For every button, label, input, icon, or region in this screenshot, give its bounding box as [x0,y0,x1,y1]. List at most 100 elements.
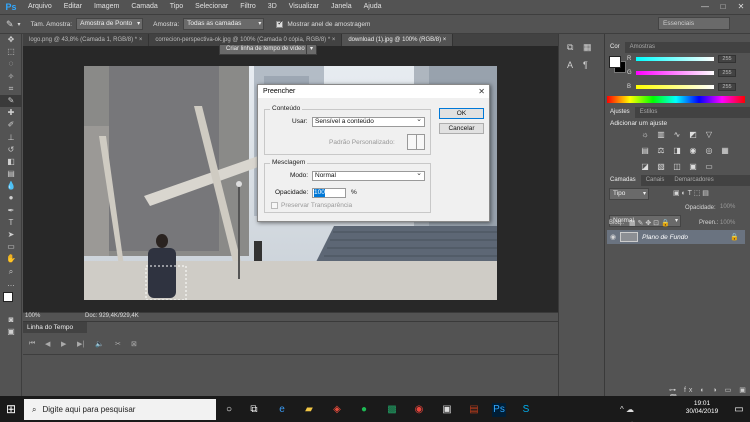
layer-row-background[interactable]: ◉ Plano de Fundo 🔒 [607,230,745,244]
app-icon[interactable]: ◈ [330,403,344,417]
curves-icon[interactable]: ∿ [671,130,683,140]
vibrance-icon[interactable]: ▽ [703,130,715,140]
selective-color-icon[interactable]: ▣ [687,162,699,172]
menu-arquivo[interactable]: Arquivo [22,0,58,14]
preserve-transparency-checkbox[interactable] [271,202,278,209]
marquee-tool-icon[interactable]: ⬚ [0,46,22,58]
tab-adjustments[interactable]: Ajustes [605,107,635,118]
brush-tool-icon[interactable]: ✐ [0,119,22,131]
notifications-icon[interactable]: ▭ [732,403,746,417]
blur-tool-icon[interactable]: 💧 [0,180,22,192]
skype-icon[interactable]: S [519,403,533,417]
eyedropper-tool-icon[interactable]: ✎ [0,94,22,108]
excel-icon[interactable]: ▩ [385,403,399,417]
tab-download[interactable]: download (1).jpg @ 100% (RGB/8) × [342,34,454,46]
gradient-tool-icon[interactable]: ▤ [0,168,22,180]
history-icon[interactable]: ⧉ [567,42,573,53]
lasso-tool-icon[interactable]: ◌ [0,58,22,70]
cancel-button[interactable]: Cancelar [439,123,484,134]
fg-color-chip[interactable] [609,56,621,68]
menu-selecionar[interactable]: Selecionar [189,0,234,14]
powerpoint-icon[interactable]: ▤ [467,403,481,417]
menu-janela[interactable]: Janela [325,0,358,14]
timeline-type-dropdown[interactable]: ▾ [306,44,317,55]
quick-mask-icon[interactable]: ◙ [0,314,22,326]
tab-styles[interactable]: Estilos [635,107,663,118]
levels-icon[interactable]: ▥ [655,130,667,140]
use-select[interactable]: Sensível a conteúdo [312,116,425,127]
screen-mode-icon[interactable]: ▣ [0,326,22,338]
layer-opacity-value[interactable]: 100% [720,204,735,210]
prev-frame-icon[interactable]: ◀ [45,340,50,348]
go-first-frame-icon[interactable]: ⏮ [29,340,35,348]
blue-value[interactable]: 255 [718,83,736,91]
move-tool-icon[interactable]: ✥ [0,34,22,46]
hand-tool-icon[interactable]: ✋ [0,253,22,265]
menu-camada[interactable]: Camada [125,0,163,14]
doc-size[interactable]: Doc: 929,4K/929,4K [85,313,139,319]
fill-value[interactable]: 100% [720,220,735,226]
green-slider[interactable] [636,71,714,75]
type-tool-icon[interactable]: T [0,217,22,229]
channel-mixer-icon[interactable]: ◎ [703,146,715,156]
tab-swatches[interactable]: Amostras [625,42,660,53]
next-frame-icon[interactable]: ▶| [77,340,84,348]
gradient-map-icon[interactable]: ▭ [703,162,715,172]
create-video-timeline-button[interactable]: Criar linha de tempo de vídeo [219,44,312,55]
quick-select-tool-icon[interactable]: ✧ [0,71,22,83]
mode-select[interactable]: Normal [312,170,425,181]
healing-tool-icon[interactable]: ✚ [0,107,22,119]
media-icon[interactable]: ▣ [440,403,454,417]
tab-channels[interactable]: Canais [641,175,670,186]
audio-icon[interactable]: 🔈 [95,340,104,348]
opacity-input[interactable]: 100 [312,188,346,198]
eraser-tool-icon[interactable]: ◧ [0,156,22,168]
spotify-icon[interactable]: ● [357,403,371,417]
dodge-tool-icon[interactable]: ● [0,192,22,204]
tab-layers[interactable]: Camadas [605,175,641,186]
file-explorer-icon[interactable]: ▰ [302,403,316,417]
foreground-color-swatch[interactable] [3,291,13,302]
ok-button[interactable]: OK [439,108,484,119]
taskbar-search[interactable]: ⌕ Digite aqui para pesquisar [24,399,216,420]
character-icon[interactable]: A [567,60,573,70]
task-view-icon[interactable]: ⧉ [247,403,261,417]
tab-paths[interactable]: Demarcadores [669,175,718,186]
tab-color[interactable]: Cor [605,42,625,53]
play-icon[interactable]: ▶ [61,340,66,348]
color-swatches[interactable] [0,290,21,314]
sample-select[interactable]: Todas as camadas [183,18,265,30]
menu-filtro[interactable]: Filtro [234,0,262,14]
photo-filter-icon[interactable]: ◉ [687,146,699,156]
sample-size-select[interactable]: Amostra de Ponto [76,18,144,30]
more-tools-icon[interactable]: … [0,278,22,290]
red-slider[interactable] [636,57,714,61]
history-brush-icon[interactable]: ↺ [0,144,22,156]
minimize-button[interactable]: — [696,0,714,14]
hue-sat-icon[interactable]: ▤ [639,146,651,156]
paragraph-icon[interactable]: ¶ [583,60,588,70]
properties-icon[interactable]: ▦ [583,42,592,53]
workspace-select[interactable]: Essenciais [658,17,730,30]
menu-3d[interactable]: 3D [262,0,283,14]
menu-editar[interactable]: Editar [58,0,88,14]
windows-start-icon[interactable]: ⊞ [6,402,16,416]
exposure-icon[interactable]: ◩ [687,130,699,140]
tab-logo[interactable]: logo.png @ 43,8% (Camada 1, RGB/8) * × [23,34,150,46]
stamp-tool-icon[interactable]: ⊥ [0,132,22,144]
color-ramp[interactable] [607,96,745,103]
layer-filter-icons[interactable]: ▣ ◐ T ⬚ ▤ [673,189,709,197]
threshold-icon[interactable]: ◫ [671,162,683,172]
color-balance-icon[interactable]: ⚖ [655,146,667,156]
brightness-icon[interactable]: ☼ [639,130,651,140]
posterize-icon[interactable]: ▧ [655,162,667,172]
menu-tipo[interactable]: Tipo [164,0,189,14]
maximize-button[interactable]: □ [714,0,732,14]
lock-icons[interactable]: ▦ ✎ ✥ ⊡ 🔒 [629,219,670,227]
edge-icon[interactable]: e [275,403,289,417]
black-white-icon[interactable]: ◨ [671,146,683,156]
tool-preset-dropdown[interactable]: ▾ [18,21,21,28]
shape-tool-icon[interactable]: ▭ [0,241,22,253]
color-lookup-icon[interactable]: ▦ [719,146,731,156]
close-button[interactable]: ✕ [732,0,750,14]
